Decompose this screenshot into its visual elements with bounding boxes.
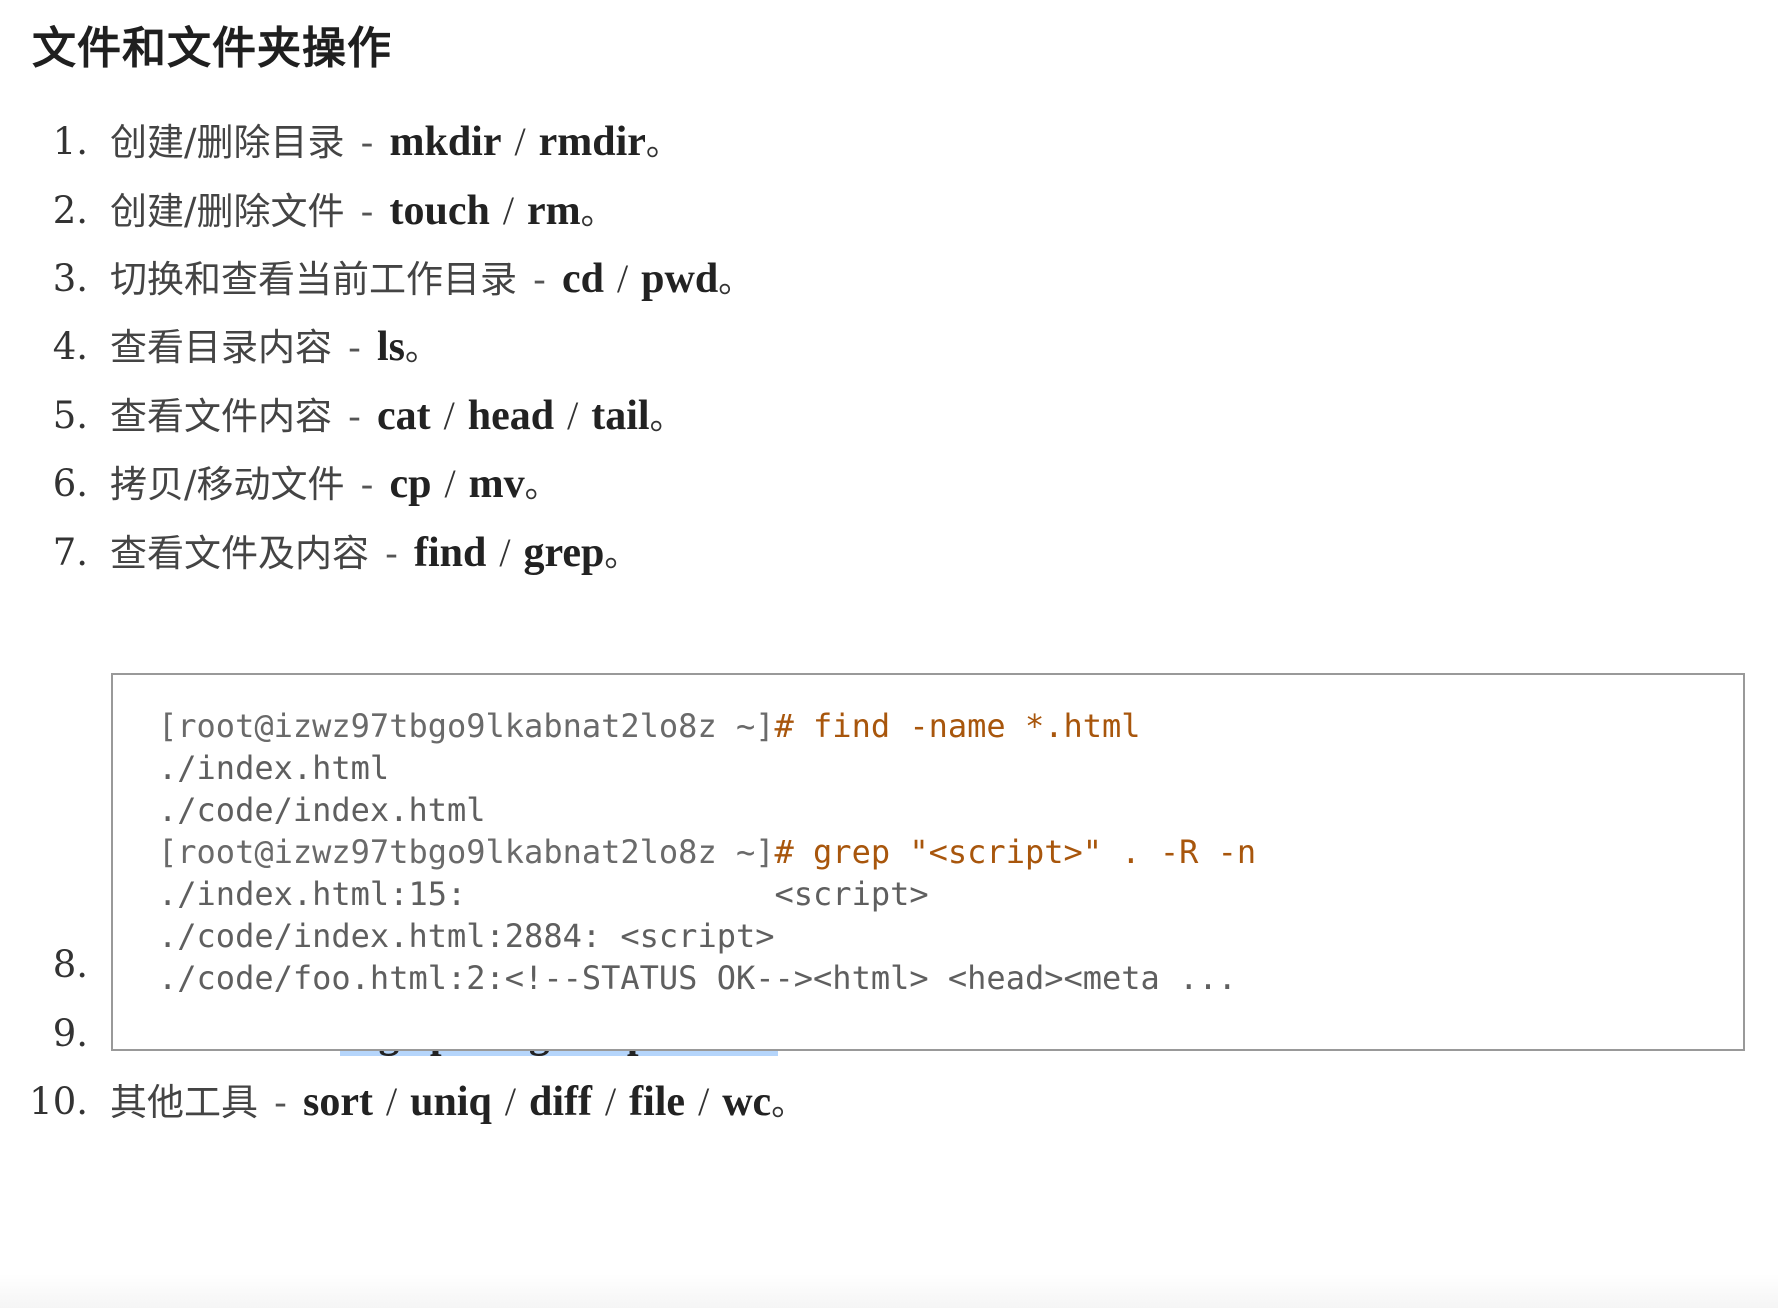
item-number: 1. <box>52 120 88 163</box>
list-item: 4. 查看目录内容 - ls。 <box>0 317 1778 377</box>
list-item: 7. 查看文件及内容 - find / grep。 <box>0 523 1778 583</box>
item-number: 5. <box>52 394 88 437</box>
code-content: [root@izwz97tbgo9lkabnat2lo8z ~]# find -… <box>158 705 1256 999</box>
command-name: cp <box>389 461 432 507</box>
item-separator: - <box>348 397 361 438</box>
command-name: sort <box>303 1079 373 1125</box>
item-description: 查看文件及内容 <box>110 532 369 575</box>
item-separator: - <box>274 1083 287 1124</box>
item-text: 查看文件内容 - cat / head / tail。 <box>110 386 684 448</box>
command-name: file <box>629 1079 686 1125</box>
item-description: 查看目录内容 <box>110 326 332 369</box>
item-description: 其他工具 <box>110 1081 258 1124</box>
list-item: 3. 切换和查看当前工作目录 - cd / pwd。 <box>0 249 1778 309</box>
item-text: 其他工具 - sort / uniq / diff / file / wc。 <box>110 1072 805 1134</box>
shell-command: # find -name *.html <box>774 707 1141 745</box>
list-item: 6. 拷贝/移动文件 - cp / mv。 <box>0 454 1778 514</box>
item-number: 9. <box>52 1012 88 1055</box>
command-name: cat <box>377 393 431 439</box>
item-text: 拷贝/移动文件 - cp / mv。 <box>110 454 559 516</box>
item-separator: - <box>385 534 398 575</box>
document-page: 文件和文件夹操作 1. 创建/删除目录 - mkdir / rmdir。 2. 创建/删除文件… <box>0 0 1778 1308</box>
shell-output: ./code/index.html:2884: <script> <box>158 917 775 955</box>
item-period: 。 <box>649 398 684 438</box>
item-period: 。 <box>604 535 639 575</box>
command-name: grep <box>523 530 605 576</box>
item-number: 4. <box>52 325 88 368</box>
command-name: pwd <box>641 256 719 302</box>
command-separator: / <box>617 256 629 301</box>
item-period: 。 <box>718 261 753 301</box>
item-separator: - <box>360 123 374 164</box>
command-name: mv <box>468 461 525 507</box>
list-item: 10. 其他工具 - sort / uniq / diff / file / wc。 <box>0 1072 1778 1132</box>
list-item: 5. 查看文件内容 - cat / head / tail。 <box>0 386 1778 446</box>
item-period: 。 <box>524 466 559 506</box>
shell-prompt: [root@izwz97tbgo9lkabnat2lo8z ~] <box>158 707 775 745</box>
item-separator: - <box>360 465 374 506</box>
item-number: 8. <box>52 943 88 986</box>
item-description: 查看文件内容 <box>110 395 332 438</box>
bottom-fade <box>0 1274 1778 1308</box>
item-text: 创建/删除目录 - mkdir / rmdir。 <box>110 112 680 174</box>
command-name: rmdir <box>538 119 646 165</box>
item-text: 查看文件及内容 - find / grep。 <box>110 523 638 585</box>
item-period: 。 <box>771 1084 806 1124</box>
item-text: 切换和查看当前工作目录 - cd / pwd。 <box>110 249 752 311</box>
item-period: 。 <box>405 329 440 369</box>
item-period: 。 <box>645 124 680 164</box>
command-separator: / <box>514 119 526 164</box>
item-separator: - <box>533 260 546 301</box>
item-number: 2. <box>52 189 88 232</box>
command-name: touch <box>389 188 490 234</box>
shell-output: ./index.html:15: <script> <box>158 875 929 913</box>
command-name: ls <box>377 324 406 370</box>
item-text: 查看目录内容 - ls。 <box>110 317 439 379</box>
command-separator: / <box>444 461 456 506</box>
command-separator: / <box>502 188 514 233</box>
shell-output: ./code/index.html <box>158 791 486 829</box>
command-name: cd <box>562 256 604 302</box>
command-separator: / <box>499 530 511 575</box>
command-separator: / <box>604 1079 617 1124</box>
command-separator: / <box>504 1079 516 1124</box>
shell-output: ./index.html <box>158 749 390 787</box>
command-separator: / <box>385 1079 398 1124</box>
shell-prompt: [root@izwz97tbgo9lkabnat2lo8z ~] <box>158 833 775 871</box>
item-description: 创建/删除目录 <box>110 121 345 164</box>
command-name: tail <box>591 393 650 439</box>
list-item: 2. 创建/删除文件 - touch / rm。 <box>0 181 1778 241</box>
command-name: mkdir <box>389 119 502 165</box>
item-separator: - <box>360 192 374 233</box>
item-number: 7. <box>52 531 88 574</box>
command-name: wc <box>722 1079 772 1125</box>
command-separator: / <box>443 393 455 438</box>
item-number: 6. <box>52 462 88 505</box>
item-description: 拷贝/移动文件 <box>110 463 345 506</box>
command-name: find <box>414 530 487 576</box>
item-period: 。 <box>580 193 615 233</box>
item-number: 10. <box>29 1080 88 1123</box>
list-item: 1. 创建/删除目录 - mkdir / rmdir。 <box>0 112 1778 172</box>
shell-command: # grep "<script>" . -R -n <box>774 833 1257 871</box>
command-name: rm <box>526 188 581 234</box>
item-text: 创建/删除文件 - touch / rm。 <box>110 181 615 243</box>
command-name: diff <box>528 1079 592 1125</box>
item-separator: - <box>348 328 361 369</box>
item-number: 3. <box>52 257 88 300</box>
command-separator: / <box>698 1079 710 1124</box>
code-block: [root@izwz97tbgo9lkabnat2lo8z ~]# find -… <box>111 673 1745 1051</box>
command-separator: / <box>567 393 579 438</box>
command-name: head <box>467 393 555 439</box>
command-name: uniq <box>410 1079 492 1125</box>
item-description: 切换和查看当前工作目录 <box>110 258 517 301</box>
section-title: 文件和文件夹操作 <box>32 23 392 74</box>
shell-output: ./code/foo.html:2:<!--STATUS OK--><html>… <box>158 959 1237 997</box>
item-description: 创建/删除文件 <box>110 190 345 233</box>
